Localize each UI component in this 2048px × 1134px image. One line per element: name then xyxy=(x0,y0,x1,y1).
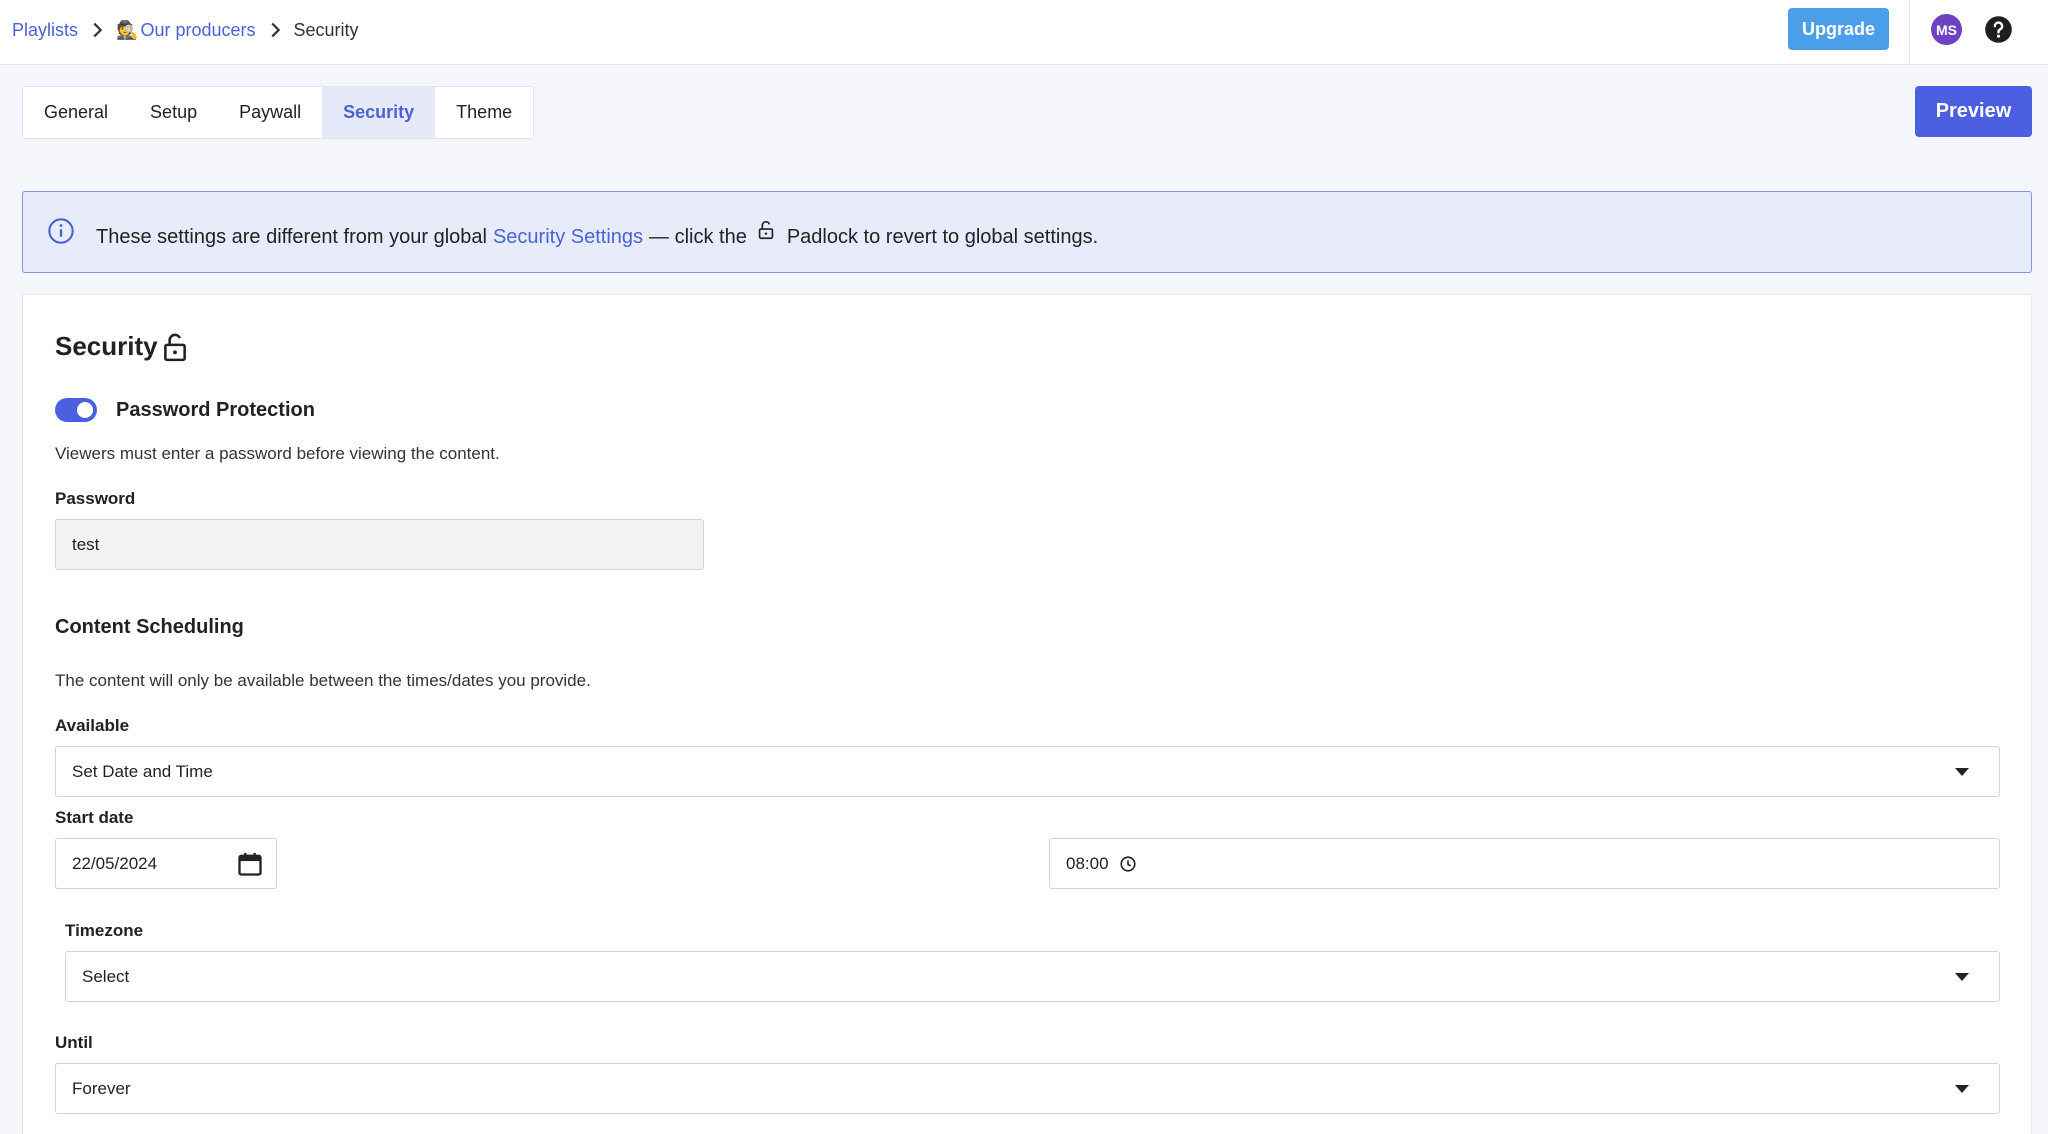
clock-icon[interactable] xyxy=(1119,855,1137,873)
security-heading: Security xyxy=(55,331,188,362)
padlock-open-icon[interactable] xyxy=(162,332,188,362)
padlock-open-icon[interactable] xyxy=(755,219,777,241)
notice-text-before: These settings are different from your g… xyxy=(96,226,487,248)
security-settings-link[interactable]: Security Settings xyxy=(493,226,643,249)
until-select[interactable]: Forever xyxy=(55,1063,2000,1114)
breadcrumb-producers-link[interactable]: Our producers xyxy=(140,20,255,41)
until-value: Forever xyxy=(72,1078,131,1098)
tab-general[interactable]: General xyxy=(23,87,129,138)
caret-down-icon xyxy=(1955,972,1969,981)
start-date-value: 22/05/2024 xyxy=(72,853,158,873)
password-protection-label: Password Protection xyxy=(116,399,315,421)
chevron-right-icon xyxy=(93,22,103,38)
available-label: Available xyxy=(55,716,130,735)
timezone-label: Timezone xyxy=(65,921,144,940)
notice-text-after: Padlock to revert to global settings. xyxy=(786,226,1099,248)
upgrade-button[interactable]: Upgrade xyxy=(1788,8,1889,50)
producers-emoji-icon: 🕵 xyxy=(116,19,139,40)
notice-text-middle: — click the xyxy=(649,226,747,248)
password-input[interactable]: test xyxy=(55,519,704,570)
tab-theme[interactable]: Theme xyxy=(435,87,533,138)
password-protection-toggle[interactable] xyxy=(55,398,97,422)
preview-button[interactable]: Preview xyxy=(1915,86,2032,137)
content-scheduling-description: The content will only be available betwe… xyxy=(55,671,591,690)
info-icon xyxy=(48,218,74,244)
password-protection-description: Viewers must enter a password before vie… xyxy=(55,444,500,463)
avatar[interactable]: MS xyxy=(1931,14,1962,45)
caret-down-icon xyxy=(1955,1084,1969,1093)
timezone-value: Select xyxy=(82,966,130,986)
start-date-label: Start date xyxy=(55,808,134,827)
top-bar: Playlists 🕵 Our producers Security Upgra… xyxy=(0,0,2048,65)
breadcrumb-playlists-link[interactable]: Playlists xyxy=(12,20,78,41)
toggle-knob xyxy=(77,402,93,418)
password-value: test xyxy=(72,534,100,554)
password-label: Password xyxy=(55,489,136,508)
available-value: Set Date and Time xyxy=(72,761,213,781)
security-title: Security xyxy=(55,331,158,361)
start-time-value: 08:00 xyxy=(1066,853,1109,873)
content-scheduling-title: Content Scheduling xyxy=(55,616,244,638)
settings-tabs: General Setup Paywall Security Theme xyxy=(22,86,535,139)
help-icon[interactable] xyxy=(1984,15,2013,44)
start-time-input[interactable]: 08:00 xyxy=(1049,838,2000,889)
caret-down-icon xyxy=(1955,767,1969,776)
tab-security[interactable]: Security xyxy=(322,87,436,138)
available-select[interactable]: Set Date and Time xyxy=(55,746,2000,797)
tab-paywall[interactable]: Paywall xyxy=(218,87,322,138)
notice-message: These settings are different from your g… xyxy=(96,220,1099,249)
until-label: Until xyxy=(55,1033,93,1052)
override-notice: These settings are different from your g… xyxy=(22,191,2032,273)
breadcrumb: Playlists 🕵 Our producers Security xyxy=(12,17,359,43)
chevron-right-icon xyxy=(270,22,280,38)
security-card: Security Password Protection Viewers mus… xyxy=(22,294,2032,1134)
header-divider xyxy=(1909,0,1910,64)
timezone-select[interactable]: Select xyxy=(65,951,2000,1002)
calendar-icon[interactable] xyxy=(236,850,264,878)
start-date-input[interactable]: 22/05/2024 xyxy=(55,838,277,889)
tab-setup[interactable]: Setup xyxy=(129,87,218,138)
breadcrumb-current: Security xyxy=(293,19,359,40)
